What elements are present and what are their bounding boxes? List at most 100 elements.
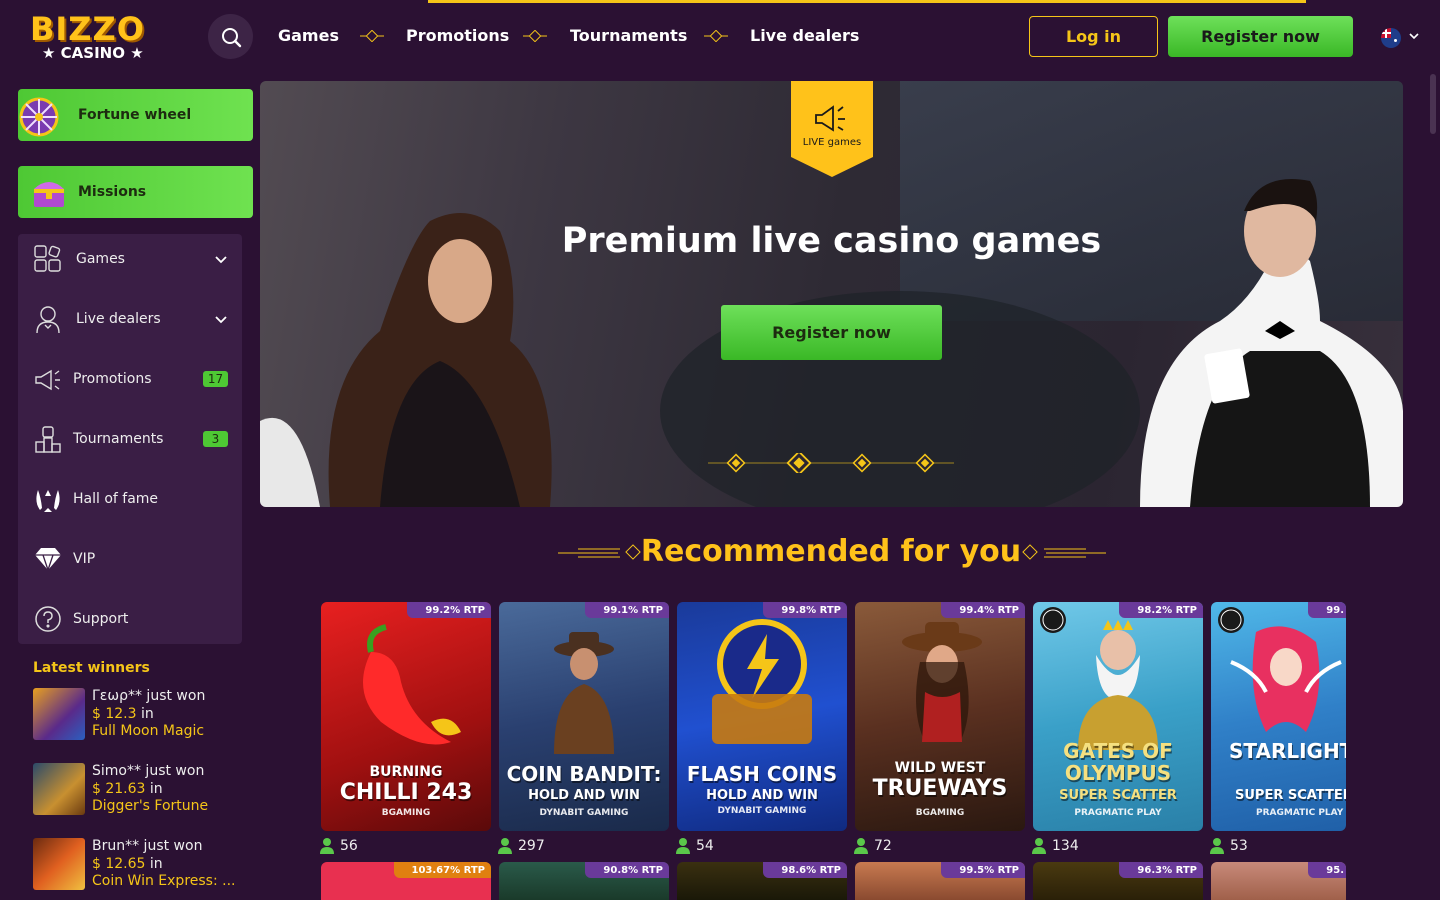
carousel-dots[interactable] [708, 453, 954, 473]
nav-tournaments[interactable]: Tournaments [570, 26, 687, 45]
logo[interactable]: BIZZO ★ CASINO ★ [30, 10, 154, 64]
game-title-line2: SUPER SCATTER [1059, 788, 1177, 803]
game-title-line1: GATES OF OLYMPUS [1063, 739, 1173, 785]
megaphone-icon [815, 105, 845, 132]
game-card[interactable]: 98.2% RTP GATES OF OLYMPUS SUPER SCATTER… [1033, 602, 1203, 831]
zeus-icon [1078, 620, 1158, 750]
nav-divider-icon [704, 30, 728, 42]
search-icon [221, 27, 241, 47]
nav-divider-icon [523, 30, 547, 42]
game-card[interactable]: 99.2% RTP BURNING CHILLI 243 BGAMING [321, 602, 491, 831]
register-button[interactable]: Register now [1168, 16, 1353, 57]
top-bar: BIZZO ★ CASINO ★ Games Promotions Tourna… [0, 0, 1440, 72]
rtp-badge: 99.1% RTP [585, 602, 669, 618]
nav-promotions[interactable]: Promotions [406, 26, 509, 45]
rtp-badge: 99. [1308, 602, 1346, 618]
game-provider: BGAMING [381, 808, 431, 818]
sidebar-item-label: Promotions [73, 371, 152, 387]
fortune-wheel-button[interactable]: Fortune wheel [18, 89, 253, 141]
latest-winners-title: Latest winners [33, 660, 150, 676]
chevron-down-icon[interactable] [214, 252, 228, 266]
megaphone-icon [32, 363, 64, 395]
rtp-badge: 98.2% RTP [1119, 602, 1203, 618]
winner-game[interactable]: Coin Win Express: ... [92, 873, 236, 889]
game-card[interactable]: 96.3% RTP [1033, 862, 1203, 900]
winner-amount: $ 12.3 [92, 706, 137, 722]
sidebar-item-live-dealers[interactable]: Live dealers [18, 289, 242, 349]
treasure-chest-icon [26, 166, 72, 218]
nav-divider-icon [360, 30, 384, 42]
princess-icon [1230, 626, 1342, 732]
sidebar-item-support[interactable]: Support [18, 589, 242, 649]
game-title-line1: STARLIGHT PRINCESS [1229, 740, 1346, 762]
game-title-line2: SUPER SCATTER [1235, 788, 1346, 803]
help-icon [32, 603, 64, 635]
missions-button[interactable]: Missions [18, 166, 253, 218]
sidebar-item-label: Live dealers [76, 311, 161, 327]
chevron-down-icon[interactable] [1408, 30, 1420, 42]
trophy-icon [32, 423, 64, 455]
winner-user: Γεωρ** just won [92, 688, 206, 704]
scrollbar-thumb[interactable] [1430, 74, 1436, 134]
sidebar-item-games[interactable]: Games [18, 229, 242, 289]
game-title-line2: CHILLI 243 [339, 780, 473, 805]
fortune-wheel-label: Fortune wheel [78, 107, 192, 123]
rtp-badge: 99.4% RTP [941, 602, 1025, 618]
logo-subtext: ★ CASINO ★ [42, 44, 144, 62]
user-icon [320, 838, 334, 854]
game-card[interactable]: 99.5% RTP [855, 862, 1025, 900]
winner-game[interactable]: Full Moon Magic [92, 723, 204, 739]
winner-amount-line: $ 12.65 in [92, 856, 163, 872]
game-title-line1: BURNING [369, 764, 443, 780]
live-games-label: LIVE games [802, 137, 862, 148]
player-count-value: 134 [1052, 838, 1079, 854]
player-count: 56 [320, 838, 358, 854]
winner-item[interactable]: Γεωρ** just won $ 12.3 in Full Moon Magi… [33, 688, 243, 746]
winner-item[interactable]: Brun** just won $ 12.65 in Coin Win Expr… [33, 838, 243, 896]
chevron-down-icon[interactable] [214, 312, 228, 326]
player-count: 297 [498, 838, 545, 854]
sidebar-item-label: Tournaments [73, 431, 164, 447]
game-provider: DYNABIT GAMING [717, 806, 807, 816]
winner-in: in [149, 856, 163, 872]
hero-banner[interactable]: LIVE games Premium live casino games Reg… [260, 81, 1403, 507]
nav-live-dealers[interactable]: Live dealers [750, 26, 859, 45]
game-card[interactable]: 99.1% RTP COIN BANDIT: HOLD AND WIN DYNA… [499, 602, 669, 831]
recommended-title: Recommended for you [640, 534, 1022, 569]
search-button[interactable] [208, 14, 253, 59]
user-icon [1032, 838, 1046, 854]
hero-title: Premium live casino games [561, 221, 1102, 261]
winner-amount-line: $ 12.3 in [92, 706, 154, 722]
game-card[interactable]: 99. STARLIGHT PRINCESS SUPER SCATTER PRA… [1211, 602, 1346, 831]
game-provider: PRAGMATIC PLAY [1256, 808, 1344, 818]
rtp-badge: 98.6% RTP [763, 862, 847, 878]
player-count-value: 72 [874, 838, 892, 854]
game-card[interactable]: 99.8% RTP FLASH COINS HOLD AND WIN DYNAB… [677, 602, 847, 831]
game-card[interactable]: 99.4% RTP WILD WEST TRUEWAYS BGAMING [855, 602, 1025, 831]
game-card[interactable]: 90.8% RTP [499, 862, 669, 900]
sidebar-item-tournaments[interactable]: Tournaments 3 [18, 409, 242, 469]
rtp-badge: 99.5% RTP [941, 862, 1025, 878]
game-title-line1: COIN BANDIT: [506, 762, 662, 786]
game-card[interactable]: 98.6% RTP [677, 862, 847, 900]
winner-item[interactable]: Simo** just won $ 21.63 in Digger's Fort… [33, 763, 243, 821]
game-provider: BGAMING [915, 808, 965, 818]
title-decoration-icon [1022, 544, 1106, 560]
chili-icon [363, 624, 461, 745]
player-count-value: 53 [1230, 838, 1248, 854]
player-count: 53 [1210, 838, 1248, 854]
hero-register-button[interactable]: Register now [721, 305, 942, 360]
australia-flag-icon[interactable] [1381, 28, 1401, 48]
rtp-badge: 103.67% RTP [393, 862, 491, 878]
login-button[interactable]: Log in [1029, 16, 1158, 57]
winner-game[interactable]: Digger's Fortune [92, 798, 208, 814]
missions-label: Missions [78, 184, 147, 200]
sidebar-item-promotions[interactable]: Promotions 17 [18, 349, 242, 409]
game-card[interactable]: 95. [1211, 862, 1346, 900]
nav-games[interactable]: Games [278, 26, 339, 45]
sidebar-item-label: Games [76, 251, 125, 267]
game-card[interactable]: 103.67% RTP [321, 862, 491, 900]
sidebar-item-hall-of-fame[interactable]: Hall of fame [18, 469, 242, 529]
winner-amount: $ 21.63 [92, 781, 146, 797]
game-title-line2: TRUEWAYS [872, 776, 1008, 801]
